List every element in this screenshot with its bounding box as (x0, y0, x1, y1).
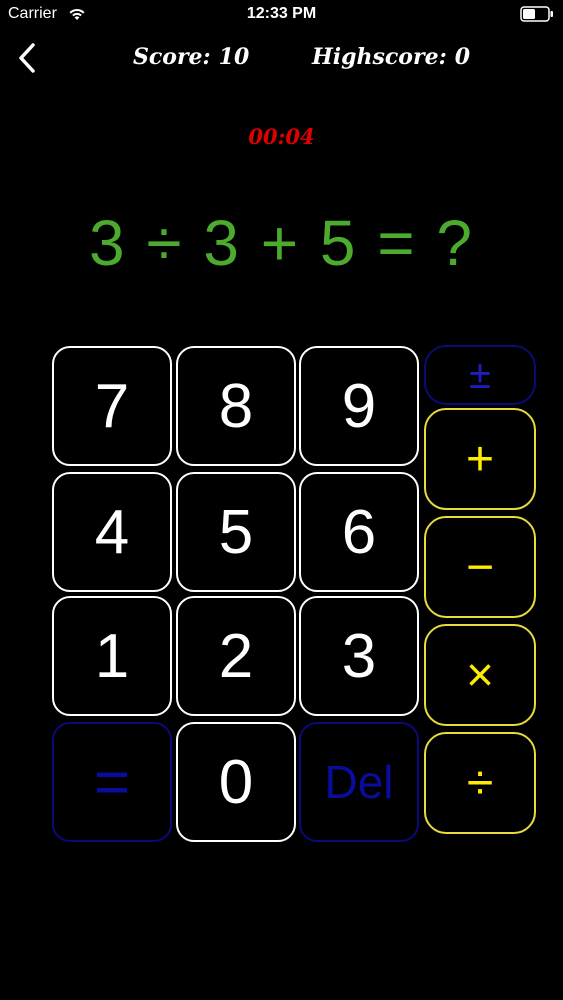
timer: 00:04 (248, 124, 315, 149)
plus-button[interactable]: + (424, 408, 536, 510)
minus-button[interactable]: − (424, 516, 536, 618)
score-value: 10 (218, 44, 250, 70)
key-5[interactable]: 5 (176, 472, 296, 592)
highscore-display: Highscore: 0 (312, 44, 470, 70)
equals-button[interactable]: = (52, 722, 172, 842)
highscore-label: Highscore: (312, 44, 447, 70)
battery-icon (520, 6, 553, 22)
equation: 3 ÷ 3 + 5 = ? (89, 207, 474, 279)
multiply-button[interactable]: × (424, 624, 536, 726)
score-display: Score: 10 (133, 44, 249, 70)
key-2[interactable]: 2 (176, 596, 296, 716)
chevron-left-icon[interactable] (10, 40, 44, 76)
divide-button[interactable]: ÷ (424, 732, 536, 834)
status-time: 12:33 PM (246, 5, 317, 22)
score-label: Score: (133, 44, 211, 70)
key-7[interactable]: 7 (52, 346, 172, 466)
highscore-value: 0 (454, 44, 470, 70)
plus-minus-button[interactable]: ± (424, 345, 536, 405)
delete-button[interactable]: Del (299, 722, 419, 842)
key-6[interactable]: 6 (299, 472, 419, 592)
key-3[interactable]: 3 (299, 596, 419, 716)
key-1[interactable]: 1 (52, 596, 172, 716)
key-4[interactable]: 4 (52, 472, 172, 592)
status-bar: Carrier 12:33 PM (0, 0, 563, 30)
key-0[interactable]: 0 (176, 722, 296, 842)
key-9[interactable]: 9 (299, 346, 419, 466)
key-8[interactable]: 8 (176, 346, 296, 466)
